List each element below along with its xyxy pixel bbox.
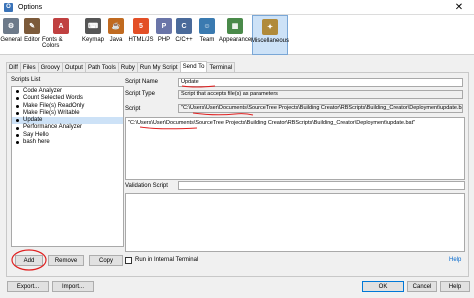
cpp-icon: C [176, 18, 192, 34]
list-item-label: Count Selected Words [23, 95, 83, 102]
scripts-list-label: Scripts List [11, 77, 41, 83]
tab-groovy[interactable]: Groovy [37, 62, 63, 72]
tab-run-my-script[interactable]: Run My Script [136, 62, 181, 72]
scripts-list[interactable]: Code Analyzer Count Selected Words Make Fi… [11, 86, 124, 247]
remove-button[interactable]: Remove [48, 255, 84, 266]
category-toolbar: ⚙ General ✎ Editor A Fonts & Colors ⌨ Keymap ☕ Ja… [0, 15, 474, 55]
copy-button[interactable]: Copy [89, 255, 123, 266]
title-bar: O Options ✕ [0, 0, 474, 15]
bullet-icon [16, 90, 19, 94]
toolbar-label: Team [199, 37, 215, 43]
fonts-colors-icon: A [53, 18, 69, 34]
keyboard-icon: ⌨ [85, 18, 101, 34]
cancel-button[interactable]: Cancel [407, 281, 437, 292]
help-button[interactable]: Help [440, 281, 470, 292]
bullet-icon [16, 126, 19, 130]
toolbar-gear[interactable]: ⚙ General [0, 15, 22, 55]
toolbar-html5[interactable]: 5 HTML/JS [126, 15, 156, 55]
window-title: Options [18, 3, 43, 11]
toolbar-label: Java [109, 37, 123, 43]
bullet-icon [16, 112, 19, 116]
toolbar-keyboard[interactable]: ⌨ Keymap [80, 15, 106, 55]
list-item[interactable]: Performance Analyzer [12, 124, 123, 131]
list-item-label: Code Analyzer [23, 88, 63, 94]
list-item[interactable]: bash here [12, 139, 123, 146]
list-item[interactable]: Update [12, 117, 123, 125]
bullet-icon [16, 104, 19, 108]
tab-strip: Diff Files Groovy Output Path Tools Ruby Run M… [6, 61, 236, 72]
list-item-label: Performance Analyzer [23, 124, 83, 131]
toolbar-miscellaneous[interactable]: ✦ Miscellaneous [250, 15, 290, 55]
list-item[interactable]: Make File(s) Writable [12, 110, 123, 117]
toolbar-label: Miscellaneous [250, 38, 290, 44]
php-icon: P [156, 18, 172, 34]
toolbar-label: C/C++ [175, 37, 193, 43]
toolbar-editor[interactable]: ✎ Editor [22, 15, 42, 55]
list-item-label: Say Hello [23, 131, 49, 138]
tab-diff[interactable]: Diff [6, 62, 21, 72]
run-in-terminal-label: Run in Internal Terminal [135, 257, 199, 263]
list-item-label: bash here [23, 139, 50, 146]
red-underline-annotations [139, 85, 254, 130]
html5-icon: 5 [133, 18, 149, 34]
list-item[interactable]: Code Analyzer [12, 88, 123, 95]
toolbar-label: General [0, 37, 22, 43]
toolbar-label: Fonts & Colors [42, 37, 63, 49]
list-item[interactable]: Say Hello [12, 132, 123, 139]
toolbar-fonts-colors[interactable]: A Fonts & Colors [42, 15, 80, 55]
tab-path-tools[interactable]: Path Tools [84, 62, 119, 72]
toolbar-php[interactable]: P PHP [156, 15, 172, 55]
list-item[interactable]: Count Selected Words [12, 95, 123, 102]
red-annotation-circle [11, 249, 47, 271]
java-icon: ☕ [108, 18, 124, 34]
tab-send-to[interactable]: Send To [179, 61, 208, 72]
dialog-footer: Export... Import... OK Cancel Help [0, 281, 474, 298]
toolbar-cpp[interactable]: C C/C++ [172, 15, 196, 55]
ok-button[interactable]: OK [362, 281, 404, 292]
import-button[interactable]: Import... [52, 281, 94, 292]
bullet-icon [16, 119, 19, 123]
bullet-icon [16, 97, 19, 101]
tab-terminal[interactable]: Terminal [206, 62, 236, 72]
bullet-icon [16, 141, 19, 145]
app-icon: O [4, 2, 13, 12]
run-in-terminal-checkbox[interactable] [125, 257, 132, 264]
toolbar-label: Keymap [81, 37, 104, 43]
editor-icon: ✎ [24, 18, 40, 34]
appearance-icon: ▦ [227, 18, 243, 34]
send-to-panel: Scripts List Code Analyzer Count Selected… [6, 72, 469, 277]
list-item-label: Update [23, 117, 43, 124]
tab-output[interactable]: Output [61, 62, 86, 72]
toolbar-label: Editor [24, 37, 40, 43]
list-item[interactable]: Make File(s) ReadOnly [12, 103, 123, 110]
bullet-icon [16, 133, 19, 137]
tab-ruby[interactable]: Ruby [117, 62, 138, 72]
options-window: O Options ✕ ⚙ General ✎ Editor A Fonts & Colo… [0, 0, 474, 298]
gear-icon: ⚙ [3, 18, 19, 34]
miscellaneous-icon: ✦ [262, 19, 278, 35]
toolbar-java[interactable]: ☕ Java [106, 15, 126, 55]
toolbar-team[interactable]: ☺ Team [196, 15, 218, 55]
toolbar-label: HTML/JS [128, 37, 154, 43]
toolbar-appearance[interactable]: ▦ Appearance [218, 15, 252, 55]
tab-files[interactable]: Files [19, 62, 39, 72]
list-item-label: Make File(s) ReadOnly [23, 102, 85, 109]
validation-script-editor[interactable] [125, 193, 465, 252]
team-icon: ☺ [199, 18, 215, 34]
validation-script-label: Validation Script [125, 183, 168, 189]
export-button[interactable]: Export... [7, 281, 49, 292]
validation-script-field[interactable] [178, 181, 465, 190]
toolbar-label: Appearance [218, 37, 252, 43]
close-button[interactable]: ✕ [444, 0, 474, 15]
list-item-label: Make File(s) Writable [23, 109, 80, 116]
toolbar-label: PHP [157, 37, 171, 43]
panel-help-link[interactable]: Help [449, 257, 461, 263]
